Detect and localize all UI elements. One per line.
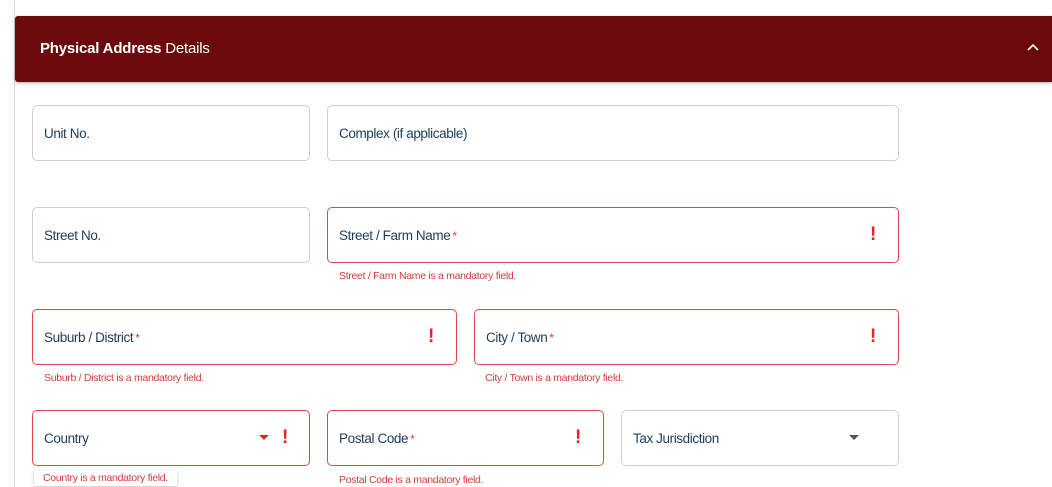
country-error: Country is a mandatory field. bbox=[34, 471, 177, 486]
street-name-error: Street / Farm Name is a mandatory field. bbox=[339, 270, 517, 282]
country-select[interactable]: Country ! bbox=[32, 410, 310, 466]
unit-no-label: Unit No. bbox=[44, 126, 90, 141]
address-form: Physical Address Details Unit No. Comple… bbox=[0, 0, 1052, 487]
panel-header[interactable]: Physical Address Details bbox=[15, 16, 1052, 82]
complex-label: Complex (if applicable) bbox=[339, 126, 468, 141]
suburb-error: Suburb / District is a mandatory field. bbox=[44, 372, 204, 384]
street-name-input[interactable]: Street / Farm Name * ! bbox=[327, 207, 899, 263]
exclamation-icon: ! bbox=[282, 427, 289, 448]
required-mark: * bbox=[549, 331, 554, 345]
city-label-text: City / Town bbox=[486, 330, 548, 345]
postal-code-label-text: Postal Code bbox=[339, 431, 409, 446]
tax-jurisdiction-select[interactable]: Tax Jurisdiction bbox=[621, 410, 899, 466]
caret-down-icon[interactable] bbox=[259, 435, 269, 440]
panel-title: Physical Address Details bbox=[40, 40, 210, 57]
suburb-label: Suburb / District * bbox=[44, 330, 140, 345]
postal-code-input[interactable]: Postal Code * ! bbox=[327, 410, 604, 466]
panel-title-rest: Details bbox=[161, 40, 210, 57]
panel-title-bold: Physical Address bbox=[40, 40, 162, 57]
suburb-input[interactable]: Suburb / District * ! bbox=[32, 309, 457, 365]
caret-down-icon[interactable] bbox=[849, 435, 859, 440]
postal-code-error: Postal Code is a mandatory field. bbox=[339, 474, 484, 486]
suburb-label-text: Suburb / District bbox=[44, 330, 134, 345]
city-error: City / Town is a mandatory field. bbox=[485, 372, 624, 384]
city-input[interactable]: City / Town * ! bbox=[474, 309, 899, 365]
street-no-label: Street No. bbox=[44, 228, 101, 243]
street-no-input[interactable]: Street No. bbox=[32, 207, 310, 263]
postal-code-label: Postal Code * bbox=[339, 431, 415, 446]
complex-input[interactable]: Complex (if applicable) bbox=[327, 105, 899, 161]
tax-jurisdiction-label: Tax Jurisdiction bbox=[633, 431, 719, 446]
exclamation-icon: ! bbox=[575, 427, 582, 448]
country-label: Country bbox=[44, 431, 89, 446]
exclamation-icon: ! bbox=[428, 326, 435, 347]
chevron-up-icon[interactable] bbox=[1022, 36, 1044, 58]
required-mark: * bbox=[135, 331, 140, 345]
required-mark: * bbox=[410, 432, 415, 446]
unit-no-input[interactable]: Unit No. bbox=[32, 105, 310, 161]
street-name-label: Street / Farm Name * bbox=[339, 228, 457, 243]
city-label: City / Town * bbox=[486, 330, 554, 345]
street-name-label-text: Street / Farm Name bbox=[339, 228, 451, 243]
exclamation-icon: ! bbox=[870, 224, 877, 245]
exclamation-icon: ! bbox=[870, 326, 877, 347]
required-mark: * bbox=[452, 229, 457, 243]
